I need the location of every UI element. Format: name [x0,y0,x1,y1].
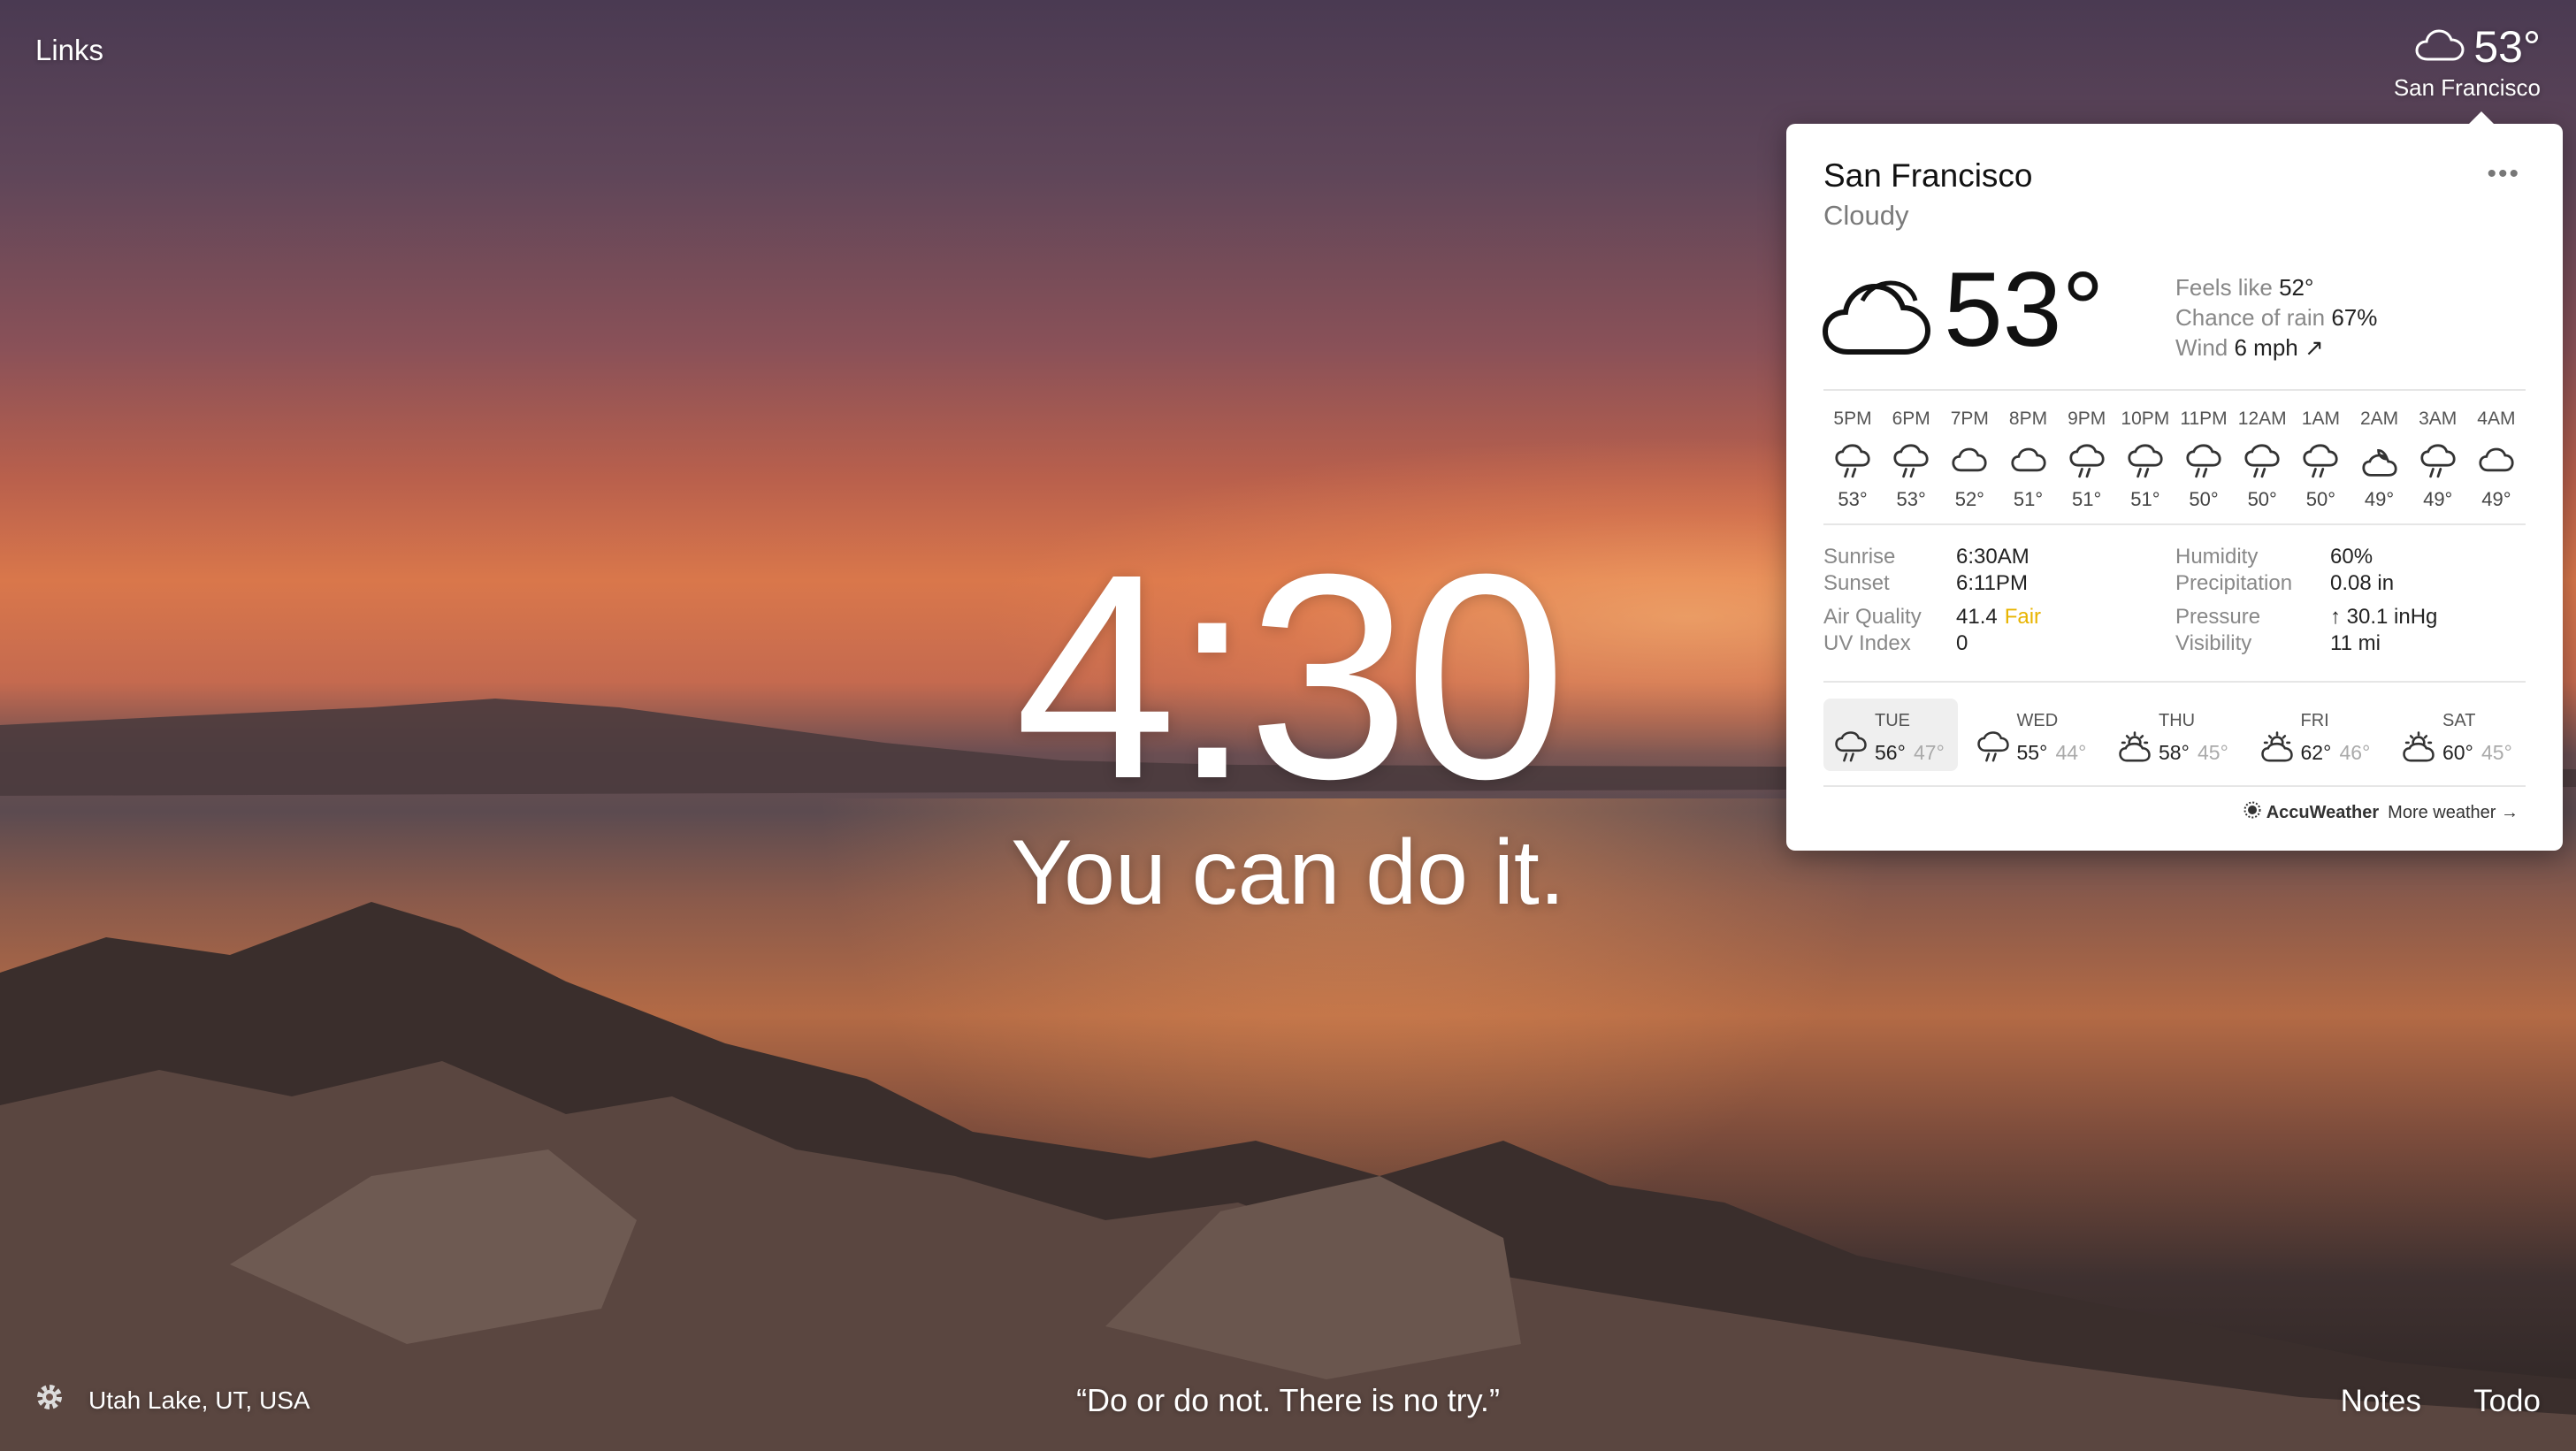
more-options-icon[interactable]: ••• [2487,159,2520,189]
current-city: San Francisco [2393,74,2541,101]
day-label: THU [2159,711,2196,730]
rain-icon [2409,440,2467,483]
rain-icon [2291,440,2350,483]
hour-label: 1AM [2301,409,2340,429]
daily-quote[interactable]: “Do or do not. There is no try.” [0,1382,2576,1419]
day-low: 47° [1914,741,1945,764]
rain-icon [1976,730,2010,768]
hour-label: 2AM [2359,409,2399,429]
day-low: 45° [2481,741,2512,764]
day-low: 44° [2055,741,2087,764]
wind: Wind 6 mph ↗ [2175,334,2324,361]
hour-temp: 53° [1896,488,1926,510]
day-low: 45° [2198,741,2228,764]
hour-temp: 50° [2247,488,2277,510]
hourly-item: 9PM 51° [2058,409,2116,511]
day-label: SAT [2442,711,2476,730]
panel-city: San Francisco [1823,157,2033,194]
hourly-item: 5PM 53° [1823,409,1882,511]
weather-widget[interactable]: 53° San Francisco [2394,21,2541,102]
hour-label: 9PM [2068,409,2106,429]
hour-label: 3AM [2419,409,2458,429]
rain-icon [1834,730,1868,768]
cloud-icon [1940,440,1999,483]
hour-label: 6PM [1892,409,1930,429]
rain-icon [2058,440,2116,483]
chance-of-rain: Chance of rain 67% [2175,304,2378,331]
daily-item-fri[interactable]: FRI 62° 46° [2250,699,2384,771]
day-high: 55° [2016,741,2048,764]
todo-button[interactable]: Todo [2473,1384,2541,1419]
day-label: FRI [2300,711,2329,730]
day-high: 62° [2300,741,2332,764]
hourly-item: 11PM 50° [2175,409,2233,511]
cloud-icon [1999,440,2058,483]
hourly-item: 8PM 51° [1999,409,2058,511]
hourly-item: 4AM 49° [2467,409,2526,511]
hour-temp: 50° [2305,488,2336,510]
rain-icon [2233,440,2291,483]
daily-item-tue[interactable]: TUE 56° 47° [1823,699,1958,771]
hourly-item: 10PM 51° [2116,409,2175,511]
daily-forecast: TUE 56° 47° WED 55° 44° THU 58° 45° FRI 62° 46° SAT 6… [1823,699,2526,771]
links-button[interactable]: Links [35,34,103,67]
cloud-icon [1822,274,1931,363]
daily-item-thu[interactable]: THU 58° 45° [2107,699,2242,771]
day-label: WED [2016,711,2059,730]
hour-temp: 53° [1838,488,1868,510]
day-high: 60° [2442,741,2473,764]
hour-label: 12AM [2237,409,2287,429]
hourly-item: 1AM 50° [2291,409,2350,511]
hour-temp: 49° [2364,488,2395,510]
hourly-item: 12AM 50° [2233,409,2291,511]
cloud-icon [2415,27,2465,67]
hour-label: 11PM [2180,409,2228,429]
feels-like: Feels like 52° [2175,274,2314,301]
hour-label: 10PM [2121,409,2170,429]
hour-label: 8PM [2008,409,2048,429]
hourly-item: 6PM 53° [1882,409,1940,511]
weather-details: Feels like 52° Chance of rain 67% Wind 6… [2175,272,2377,363]
hour-temp: 50° [2189,488,2219,510]
hourly-item: 2AM 49° [2351,409,2409,511]
hour-temp: 49° [2423,488,2453,510]
panel-footer: AccuWeather More weather → [2243,801,2519,824]
sun-icon [2243,801,2261,824]
hour-label: 5PM [1833,409,1872,429]
hour-temp: 49° [2481,488,2511,510]
hourly-item: 7PM 52° [1940,409,1999,511]
partly-cloudy-night-icon [2351,440,2409,483]
hour-label: 4AM [2477,409,2516,429]
partly-sunny-icon [2260,730,2294,768]
daily-item-sat[interactable]: SAT 60° 45° [2391,699,2526,771]
daily-item-wed[interactable]: WED 55° 44° [1966,699,2100,771]
hourly-forecast: 5PM 53° 6PM 53° 7PM 52° 8PM 51° 9PM 51° 10PM 51° 11P… [1823,409,2526,511]
notes-button[interactable]: Notes [2341,1384,2421,1419]
hour-temp: 51° [2013,488,2044,510]
weather-panel: San Francisco Cloudy ••• 53° Feels like … [1786,111,2563,851]
hour-temp: 51° [2072,488,2102,510]
partly-sunny-icon [2118,730,2152,768]
day-high: 56° [1875,741,1906,764]
day-high: 58° [2159,741,2190,764]
panel-condition: Cloudy [1823,200,1909,231]
day-low: 46° [2339,741,2371,764]
hour-temp: 52° [1954,488,1984,510]
hour-label: 7PM [1950,409,1989,429]
rain-icon [2175,440,2233,483]
more-weather-link[interactable]: More weather → [2388,803,2519,823]
accuweather-logo[interactable]: AccuWeather [2243,801,2379,824]
hour-temp: 51° [2130,488,2160,510]
hourly-item: 3AM 49° [2409,409,2467,511]
current-temp: 53° [2473,22,2541,72]
cloud-icon [2467,440,2526,483]
day-label: TUE [1875,711,1910,730]
rain-icon [2116,440,2175,483]
panel-temp: 53° [1944,250,2105,369]
rain-icon [1823,440,1882,483]
partly-sunny-icon [2402,730,2435,768]
rain-icon [1882,440,1940,483]
